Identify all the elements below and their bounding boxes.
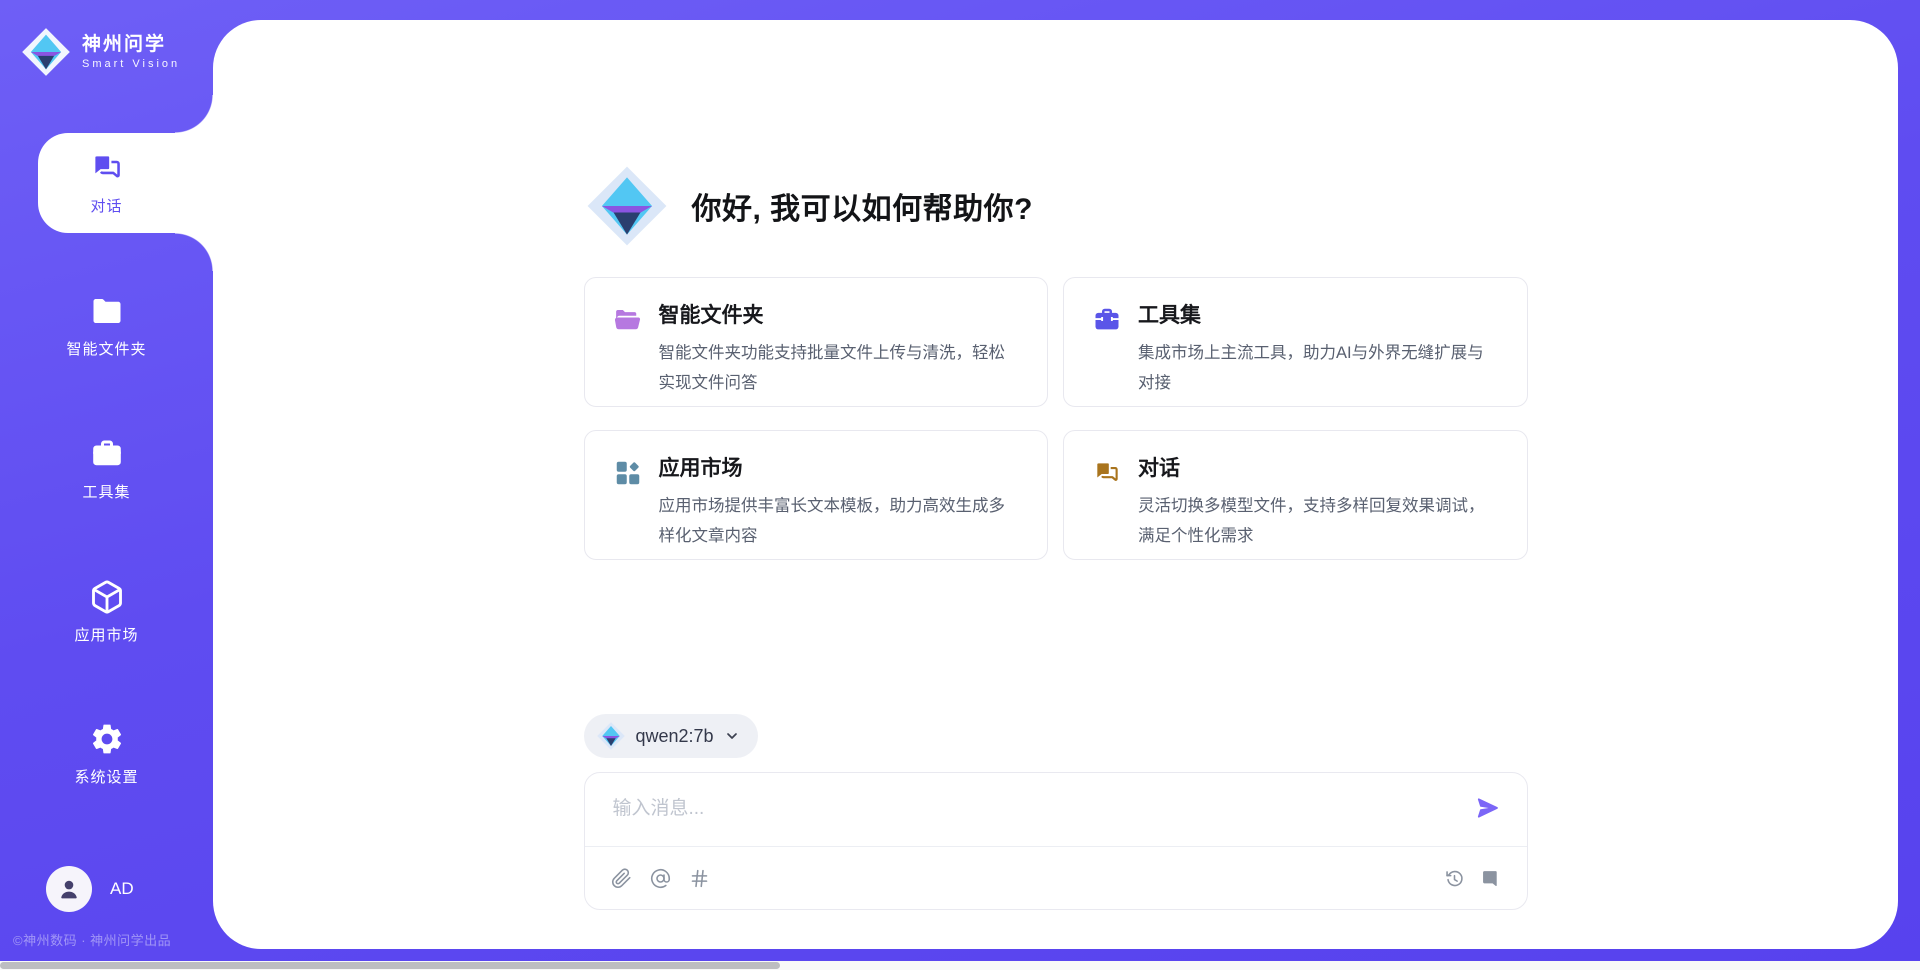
send-icon[interactable]: [1475, 795, 1501, 821]
feedback-icon[interactable]: [1480, 868, 1501, 889]
composer: qwen2:7b: [584, 714, 1528, 910]
chat-icon: [89, 150, 125, 186]
message-input-card: [584, 772, 1528, 910]
avatar: [46, 866, 92, 912]
brand-logo-icon: [20, 26, 72, 78]
mention-icon[interactable]: [650, 868, 671, 889]
topic-icon[interactable]: [689, 868, 710, 889]
feature-card[interactable]: 智能文件夹 智能文件夹功能支持批量文件上传与清洗，轻松实现文件问答: [584, 277, 1049, 407]
active-pill-bg: [38, 133, 213, 233]
copyright: ©神州数码 · 神州问学出品: [13, 930, 171, 949]
model-selector[interactable]: qwen2:7b: [584, 714, 758, 758]
assistant-logo-icon: [584, 163, 670, 249]
attachment-icon[interactable]: [611, 868, 632, 889]
brand-subtitle: Smart Vision: [82, 58, 180, 70]
model-name: qwen2:7b: [636, 726, 714, 747]
chevron-down-icon: [724, 728, 740, 744]
brand: 神州问学 Smart Vision: [20, 26, 180, 78]
model-logo-icon: [596, 721, 626, 751]
folder-icon: [89, 293, 125, 329]
scrollbar-thumb[interactable]: [0, 962, 780, 969]
cube-icon: [89, 579, 125, 615]
sidebar-item-smart-folder[interactable]: 智能文件夹: [0, 276, 213, 376]
feature-card[interactable]: 应用市场 应用市场提供丰富长文本模板，助力高效生成多样化文章内容: [584, 430, 1049, 560]
greeting-title: 你好, 我可以如何帮助你?: [692, 184, 1034, 228]
user-profile[interactable]: AD: [46, 866, 134, 912]
feature-card[interactable]: 工具集 集成市场上主流工具，助力AI与外界无缝扩展与对接: [1063, 277, 1528, 407]
chat-icon: [1092, 458, 1122, 488]
message-input[interactable]: [611, 791, 1435, 843]
folder-open-icon: [613, 305, 643, 335]
user-initials: AD: [110, 879, 134, 899]
toolbox-icon: [1092, 305, 1122, 335]
brand-name: 神州问学: [82, 34, 180, 56]
grid-icon: [613, 458, 643, 488]
sidebar: 神州问学 Smart Vision 对话 智能文件夹 工具集 应用市场 系统设置…: [0, 0, 213, 970]
history-icon[interactable]: [1444, 868, 1465, 889]
feature-cards: 智能文件夹 智能文件夹功能支持批量文件上传与清洗，轻松实现文件问答 工具集 集成…: [584, 277, 1528, 560]
sidebar-item-toolset[interactable]: 工具集: [0, 419, 213, 519]
greeting: 你好, 我可以如何帮助你?: [584, 20, 1528, 249]
composer-toolbar: [585, 846, 1527, 909]
toolbox-icon: [89, 436, 125, 472]
sidebar-item-chat[interactable]: 对话: [0, 133, 213, 233]
main-content: 你好, 我可以如何帮助你? 智能文件夹 智能文件夹功能支持批量文件上传与清洗，轻…: [213, 20, 1898, 949]
sidebar-item-app-market[interactable]: 应用市场: [0, 562, 213, 662]
sidebar-item-settings[interactable]: 系统设置: [0, 704, 213, 804]
person-icon: [55, 875, 83, 903]
feature-card[interactable]: 对话 灵活切换多模型文件，支持多样回复效果调试，满足个性化需求: [1063, 430, 1528, 560]
gear-icon: [89, 721, 125, 757]
horizontal-scrollbar[interactable]: [0, 961, 1920, 970]
